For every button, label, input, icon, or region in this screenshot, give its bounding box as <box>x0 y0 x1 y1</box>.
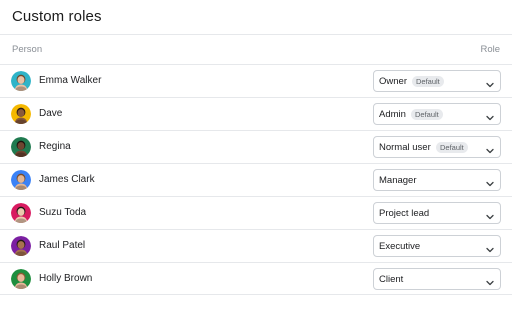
avatar <box>11 170 31 190</box>
chevron-down-icon <box>485 242 495 253</box>
role-value: Normal user <box>379 142 431 153</box>
role-value: Owner <box>379 76 407 87</box>
role-dropdown[interactable]: Executive <box>373 235 501 257</box>
role-value: Executive <box>379 241 421 252</box>
role-dropdown[interactable]: Client <box>373 268 501 290</box>
chevron-down-icon <box>485 209 495 220</box>
table-row: Emma Walker Owner Default <box>0 64 512 97</box>
person-name: Holly Brown <box>39 273 93 284</box>
chevron-down-icon <box>485 110 495 121</box>
page-title: Custom roles <box>12 8 102 25</box>
chevron-down-icon <box>485 77 495 88</box>
avatar <box>11 104 31 124</box>
table-row: Regina Normal user Default <box>0 130 512 163</box>
chevron-down-icon <box>485 176 495 187</box>
custom-roles-panel: Custom roles Person Role Emma Walker Owne… <box>0 0 512 325</box>
role-dropdown[interactable]: Normal user Default <box>373 136 501 158</box>
table-row: Suzu Toda Project lead <box>0 196 512 229</box>
default-badge: Default <box>412 76 444 87</box>
people-list: Emma Walker Owner Default Dave Admin Default R… <box>0 64 512 295</box>
table-row: Dave Admin Default <box>0 97 512 130</box>
role-dropdown[interactable]: Project lead <box>373 202 501 224</box>
divider <box>0 34 512 35</box>
default-badge: Default <box>436 142 468 153</box>
avatar <box>11 137 31 157</box>
role-value: Admin <box>379 109 406 120</box>
person-name: Emma Walker <box>39 75 102 86</box>
avatar <box>11 236 31 256</box>
table-row: Raul Patel Executive <box>0 229 512 262</box>
avatar <box>11 269 31 289</box>
chevron-down-icon <box>485 275 495 286</box>
role-value: Client <box>379 274 404 285</box>
default-badge: Default <box>411 109 443 120</box>
person-name: Suzu Toda <box>39 207 87 218</box>
person-name: James Clark <box>39 174 95 185</box>
role-value: Project lead <box>379 208 430 219</box>
column-header-role: Role <box>480 44 500 55</box>
role-dropdown[interactable]: Manager <box>373 169 501 191</box>
column-header-person: Person <box>12 44 43 55</box>
role-dropdown[interactable]: Owner Default <box>373 70 501 92</box>
avatar <box>11 71 31 91</box>
person-name: Regina <box>39 141 71 152</box>
role-dropdown[interactable]: Admin Default <box>373 103 501 125</box>
role-value: Manager <box>379 175 417 186</box>
chevron-down-icon <box>485 143 495 154</box>
person-name: Dave <box>39 108 63 119</box>
avatar <box>11 203 31 223</box>
table-row: Holly Brown Client <box>0 262 512 295</box>
person-name: Raul Patel <box>39 240 86 251</box>
table-row: James Clark Manager <box>0 163 512 196</box>
